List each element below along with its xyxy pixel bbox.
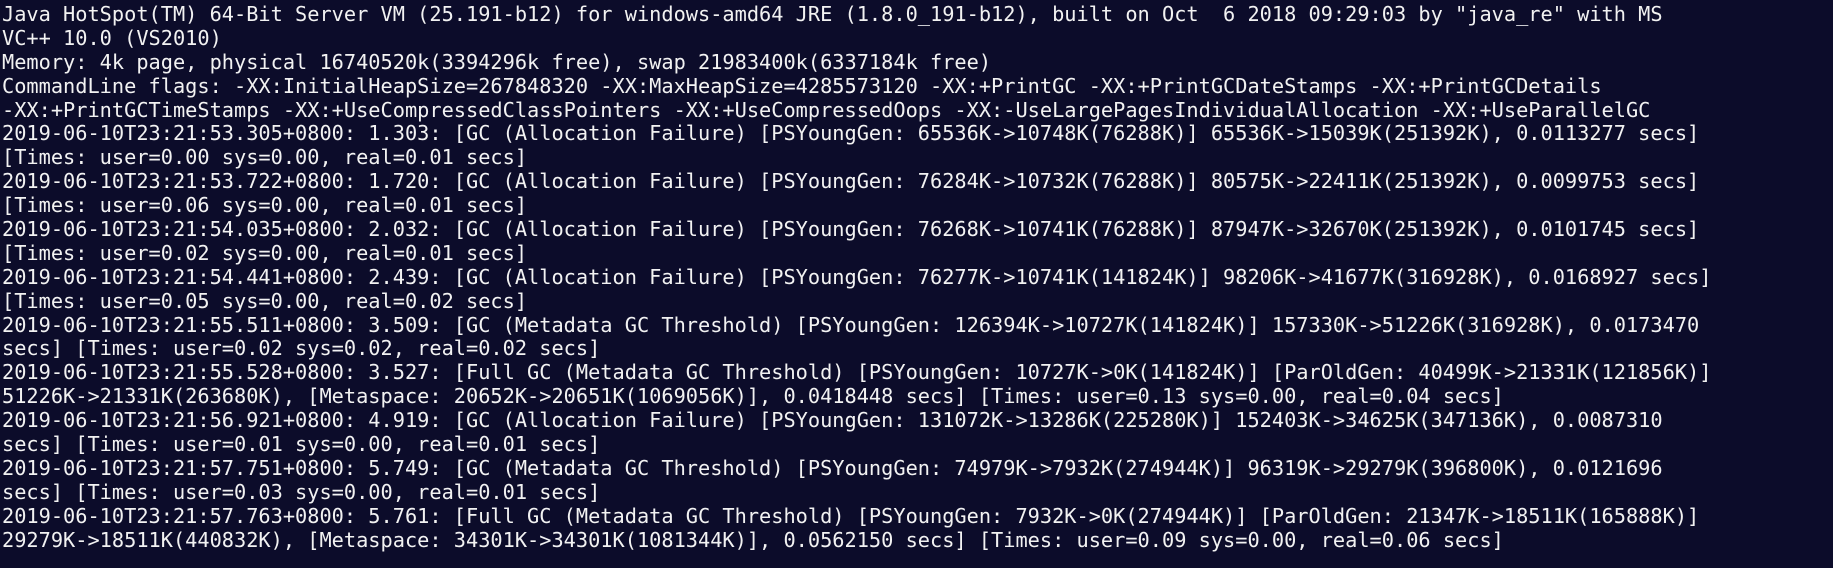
log-line-gc-event: 2019-06-10T23:21:55.511+0800: 3.509: [GC… — [2, 312, 1700, 337]
log-line-commandline-flags-cont: -XX:+PrintGCTimeStamps -XX:+UseCompresse… — [2, 97, 1651, 122]
log-line-gc-event: 2019-06-10T23:21:53.722+0800: 1.720: [GC… — [2, 169, 1700, 194]
log-line-gc-event: 2019-06-10T23:21:56.921+0800: 4.919: [GC… — [2, 408, 1663, 433]
log-line-gc-times: secs] [Times: user=0.03 sys=0.00, real=0… — [2, 479, 601, 504]
log-line-full-gc-details: 51226K->21331K(263680K), [Metaspace: 206… — [2, 384, 1504, 409]
log-line-memory: Memory: 4k page, physical 16740520k(3394… — [2, 49, 992, 74]
log-line-gc-times: [Times: user=0.06 sys=0.00, real=0.01 se… — [2, 193, 528, 218]
log-line-gc-times: [Times: user=0.02 sys=0.00, real=0.01 se… — [2, 240, 528, 265]
log-line-jvm-version: Java HotSpot(TM) 64-Bit Server VM (25.19… — [2, 2, 1663, 26]
log-line-jvm-build: VC++ 10.0 (VS2010) — [2, 25, 222, 50]
gc-log-output[interactable]: Java HotSpot(TM) 64-Bit Server VM (25.19… — [0, 0, 1833, 552]
log-line-gc-event: 2019-06-10T23:21:53.305+0800: 1.303: [GC… — [2, 121, 1700, 146]
log-line-gc-times: [Times: user=0.00 sys=0.00, real=0.01 se… — [2, 145, 528, 170]
log-line-full-gc-event: 2019-06-10T23:21:57.763+0800: 5.761: [Fu… — [2, 503, 1700, 528]
log-line-gc-times: secs] [Times: user=0.02 sys=0.02, real=0… — [2, 336, 601, 361]
log-line-gc-event: 2019-06-10T23:21:54.035+0800: 2.032: [GC… — [2, 217, 1700, 242]
log-line-commandline-flags: CommandLine flags: -XX:InitialHeapSize=2… — [2, 73, 1602, 98]
log-line-full-gc-details: 29279K->18511K(440832K), [Metaspace: 343… — [2, 527, 1504, 552]
log-line-gc-event: 2019-06-10T23:21:54.441+0800: 2.439: [GC… — [2, 264, 1712, 289]
log-line-gc-times: [Times: user=0.05 sys=0.00, real=0.02 se… — [2, 288, 528, 313]
terminal-window[interactable]: Java HotSpot(TM) 64-Bit Server VM (25.19… — [0, 0, 1833, 568]
log-line-gc-event: 2019-06-10T23:21:57.751+0800: 5.749: [GC… — [2, 455, 1663, 480]
log-line-full-gc-event: 2019-06-10T23:21:55.528+0800: 3.527: [Fu… — [2, 360, 1712, 385]
log-line-gc-times: secs] [Times: user=0.01 sys=0.00, real=0… — [2, 432, 601, 457]
